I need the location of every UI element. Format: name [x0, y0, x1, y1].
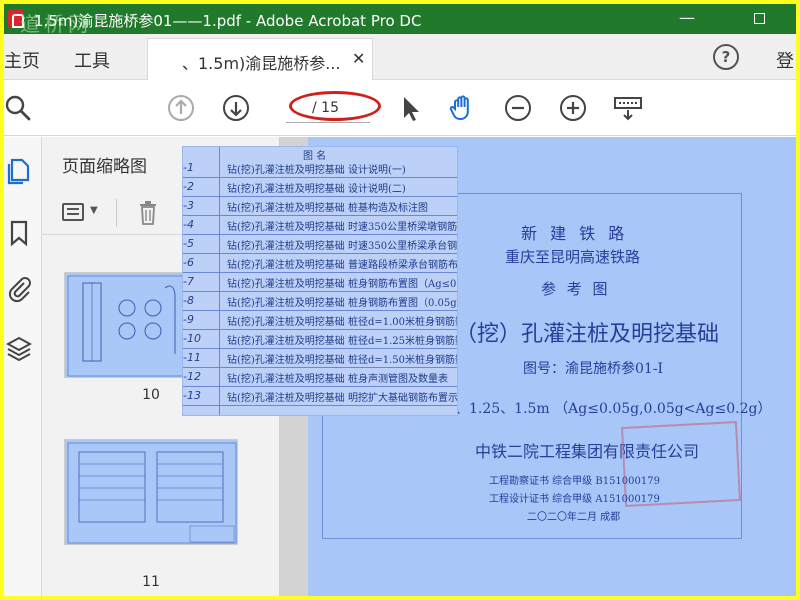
- table-row: -9 钻(挖)孔灌注桩及明挖基础 桩径d=1.00米桩身钢筋数量表: [183, 311, 457, 330]
- row-text: 钻(挖)孔灌注桩及明挖基础 设计说明(二): [227, 184, 406, 195]
- attachment-icon[interactable]: [6, 275, 32, 303]
- certificate-2: 工程设计证书 综合甲级 A151000179: [489, 494, 660, 505]
- row-text: 钻(挖)孔灌注桩及明挖基础 桩身钢筋布置图（Ag≤0.05g）: [227, 279, 457, 290]
- row-text: 钻(挖)孔灌注桩及明挖基础 桩基构造及标注图: [227, 203, 428, 214]
- row-number: -5: [183, 237, 194, 250]
- row-number: -7: [183, 275, 194, 288]
- select-cursor-icon[interactable]: [396, 94, 424, 122]
- cover-line-3: 参 考 图: [541, 280, 611, 298]
- page-thumbnail-11[interactable]: [64, 439, 238, 545]
- row-number: -3: [183, 199, 194, 212]
- trash-icon[interactable]: [138, 201, 158, 225]
- table-row: -6 钻(挖)孔灌注桩及明挖基础 普速路段桥梁承台钢筋布置图 ✓: [183, 254, 458, 273]
- close-tab-icon[interactable]: ✕: [352, 49, 365, 68]
- table-row: -10 钻(挖)孔灌注桩及明挖基础 桩径d=1.25米桩身钢筋数量表: [183, 330, 457, 349]
- table-row: -3 钻(挖)孔灌注桩及明挖基础 桩基构造及标注图: [183, 197, 457, 216]
- title-bar: 道桥网 1.5m)渝昆施桥参01——1.pdf - Adobe Acrobat …: [4, 4, 796, 36]
- document-tab-label: 、1.5m)渝昆施桥参...: [182, 54, 341, 73]
- page-thumbnails-icon[interactable]: [6, 157, 32, 185]
- row-number: -13: [183, 389, 201, 402]
- hand-tool-icon[interactable]: [448, 94, 476, 122]
- minimize-button[interactable]: —: [664, 4, 710, 34]
- page-up-icon[interactable]: [167, 94, 195, 122]
- drawing-number: 图号：渝昆施桥参01-I: [523, 361, 664, 377]
- maximize-icon: [753, 13, 765, 24]
- row-number: -6: [183, 256, 194, 269]
- cover-line-2: 重庆至昆明高速铁路: [505, 248, 641, 266]
- row-number: -2: [183, 180, 194, 193]
- row-text: 钻(挖)孔灌注桩及明挖基础 桩身钢筋布置图（0.05g<Ag≤0.2g: [227, 298, 457, 309]
- thumbnail-options-icon[interactable]: [62, 203, 84, 221]
- cover-title: （挖）孔灌注桩及明挖基础: [455, 322, 720, 347]
- row-text: 钻(挖)孔灌注桩及明挖基础 桩身声测管图及数量表: [227, 374, 448, 385]
- document-tab[interactable]: 、1.5m)渝昆施桥参... ✕: [147, 38, 373, 80]
- row-text: 钻(挖)孔灌注桩及明挖基础 设计说明(一): [227, 165, 406, 176]
- toolbar: / 15: [4, 80, 796, 136]
- table-row: -11 钻(挖)孔灌注桩及明挖基础 桩径d=1.50米桩身钢筋数量表: [183, 349, 457, 368]
- row-text: 钻(挖)孔灌注桩及明挖基础 桩径d=1.00米桩身钢筋数量表: [227, 317, 457, 328]
- zoom-out-icon[interactable]: [504, 94, 532, 122]
- row-text: 钻(挖)孔灌注桩及明挖基础 时速350公里桥梁墩钢筋布置图: [227, 222, 458, 233]
- help-icon[interactable]: ?: [713, 44, 739, 70]
- bookmark-icon[interactable]: [6, 219, 32, 247]
- keyboard-icon[interactable]: [614, 94, 642, 122]
- row-number: -12: [183, 370, 201, 383]
- row-text: 钻(挖)孔灌注桩及明挖基础 桩径d=1.50米桩身钢筋数量表: [227, 355, 457, 366]
- window-title: 1.5m)渝昆施桥参01——1.pdf - Adobe Acrobat Pro …: [34, 12, 422, 30]
- table-row: -2 钻(挖)孔灌注桩及明挖基础 设计说明(二): [183, 178, 457, 197]
- menu-bar: 主页 工具 、1.5m)渝昆施桥参... ✕ ? 登: [4, 34, 796, 80]
- table-row: -5 钻(挖)孔灌注桩及明挖基础 时速350公里桥梁承台钢筋布置图: [183, 235, 458, 254]
- page-input-underline: [286, 122, 370, 123]
- search-icon[interactable]: [4, 94, 32, 122]
- row-text: 钻(挖)孔灌注桩及明挖基础 桩径d=1.25米桩身钢筋数量表: [227, 336, 457, 347]
- cover-line-1: 新 建 铁 路: [521, 224, 629, 243]
- row-number: -10: [183, 332, 201, 345]
- row-text: 钻(挖)孔灌注桩及明挖基础 明挖扩大基础钢筋布置示意图: [227, 393, 458, 404]
- acrobat-window: 道桥网 1.5m)渝昆施桥参01——1.pdf - Adobe Acrobat …: [4, 4, 796, 596]
- table-row: -8 钻(挖)孔灌注桩及明挖基础 桩身钢筋布置图（0.05g<Ag≤0.2g: [183, 292, 457, 311]
- row-text: 钻(挖)孔灌注桩及明挖基础 时速350公里桥梁承台钢筋布置图: [227, 241, 458, 252]
- table-row: -7 钻(挖)孔灌注桩及明挖基础 桩身钢筋布置图（Ag≤0.05g）: [183, 273, 457, 292]
- cover-spec: 、1.25、1.5m （Ag≤0.05g,0.05g<Ag≤0.2g）: [455, 401, 772, 417]
- chevron-down-icon[interactable]: ▼: [90, 205, 98, 216]
- zoom-in-icon[interactable]: [559, 94, 587, 122]
- maximize-button[interactable]: [736, 4, 782, 34]
- table-row: -12 钻(挖)孔灌注桩及明挖基础 桩身声测管图及数量表: [183, 368, 457, 387]
- tools-tab[interactable]: 工具: [74, 47, 110, 73]
- row-number: -8: [183, 294, 194, 307]
- row-number: -11: [183, 351, 201, 364]
- table-row: -1 钻(挖)孔灌注桩及明挖基础 设计说明(一): [183, 159, 457, 178]
- row-number: -9: [183, 313, 194, 326]
- cover-date: 二〇二〇年二月 成都: [527, 512, 621, 523]
- table-row: -13 钻(挖)孔灌注桩及明挖基础 明挖扩大基础钢筋布置示意图: [183, 387, 458, 406]
- sign-in-button[interactable]: 登: [776, 47, 794, 73]
- layers-icon[interactable]: [6, 335, 32, 363]
- row-number: -4: [183, 218, 194, 231]
- certificate-1: 工程勘察证书 综合甲级 B151000179: [489, 476, 660, 487]
- page-down-icon[interactable]: [222, 94, 250, 122]
- row-text: 钻(挖)孔灌注桩及明挖基础 普速路段桥梁承台钢筋布置图 ✓: [227, 260, 458, 271]
- left-navigation-rail: [4, 137, 42, 596]
- panel-title: 页面缩略图: [62, 157, 147, 177]
- red-annotation-ellipse: [289, 91, 381, 121]
- overlay-index-image: 图 名 -1 钻(挖)孔灌注桩及明挖基础 设计说明(一) -2 钻(挖)孔灌注桩及明…: [182, 146, 458, 416]
- divider: [116, 199, 117, 227]
- thumbnail-drawing: [67, 442, 237, 544]
- home-tab[interactable]: 主页: [4, 47, 40, 73]
- table-row: -4 钻(挖)孔灌注桩及明挖基础 时速350公里桥梁墩钢筋布置图: [183, 216, 458, 235]
- thumbnail-page-number: 11: [142, 574, 160, 590]
- row-number: -1: [183, 161, 194, 174]
